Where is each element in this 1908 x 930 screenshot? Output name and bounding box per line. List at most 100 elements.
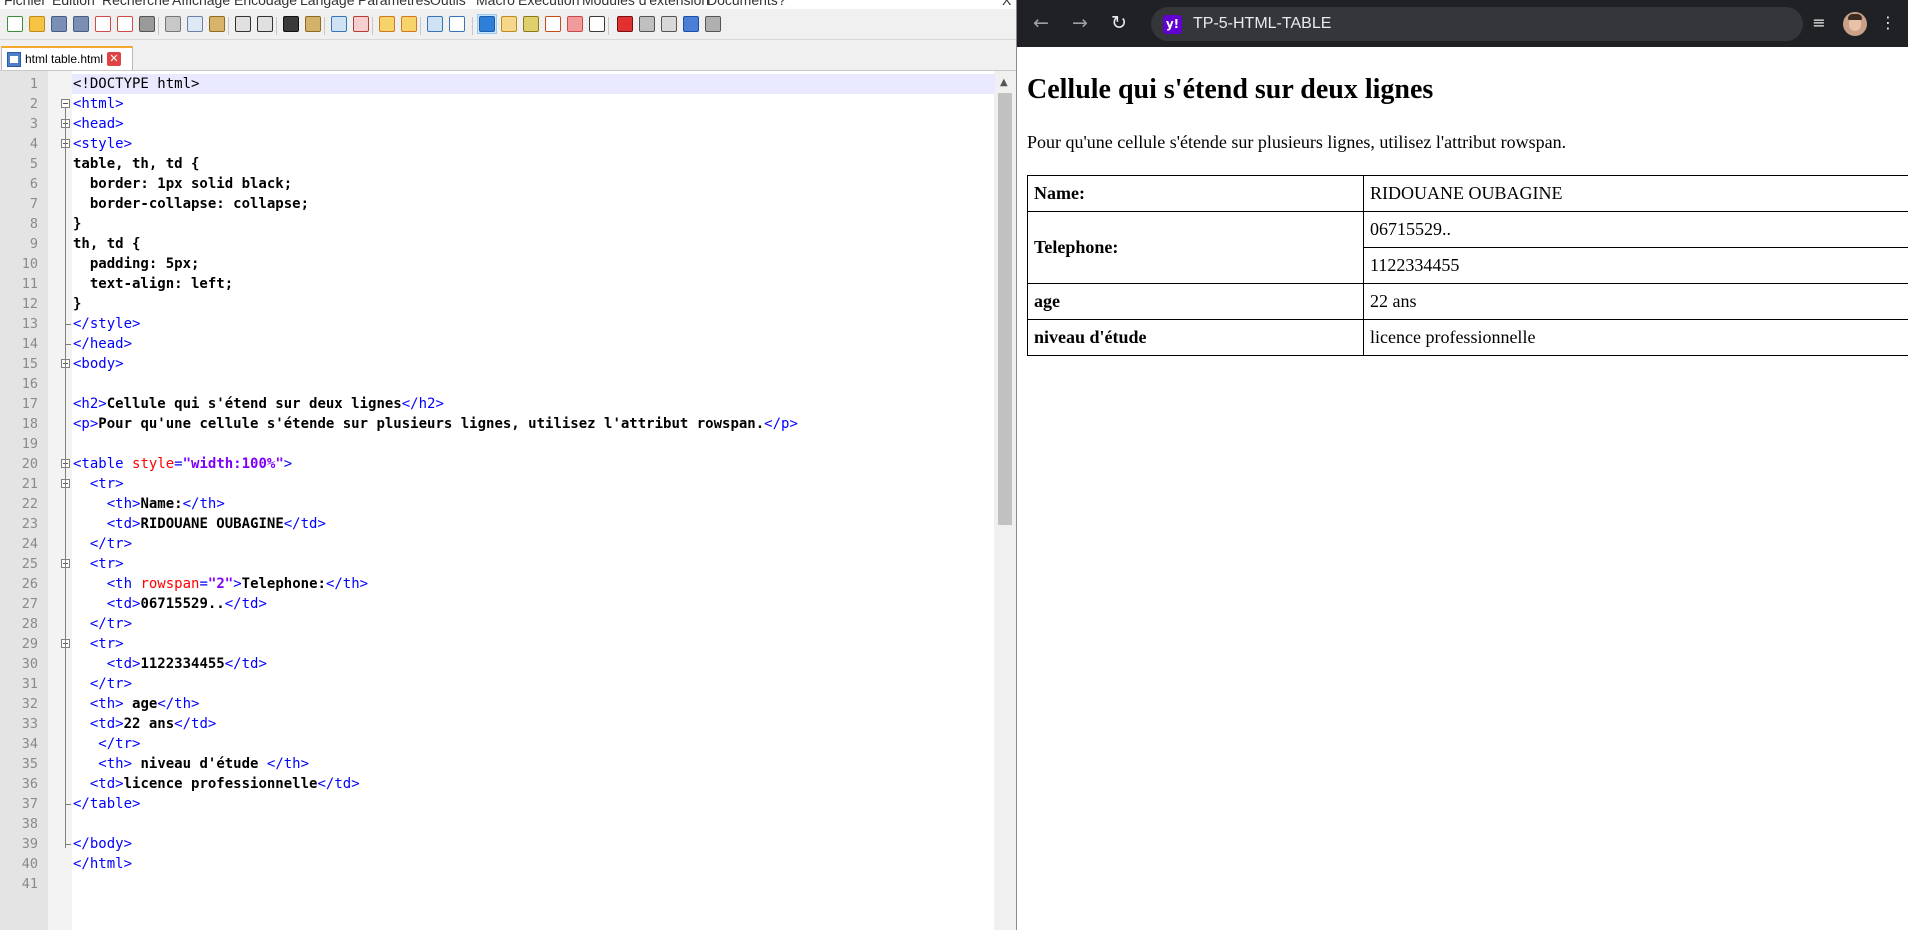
code-line[interactable]: <th>Name:</th> [72, 494, 995, 514]
code-line[interactable]: } [72, 214, 995, 234]
function-list-icon[interactable] [543, 14, 563, 34]
code-line[interactable]: <th> age</th> [72, 694, 995, 714]
menu-item-6[interactable]: Paramètres [358, 0, 430, 8]
code-line[interactable]: </tr> [72, 734, 995, 754]
code-line[interactable]: </tr> [72, 534, 995, 554]
save-macro-icon[interactable] [703, 14, 723, 34]
vertical-scrollbar[interactable]: ▲ [994, 71, 1016, 930]
menu-item-1[interactable]: Édition [52, 0, 95, 8]
code-line[interactable]: <td>06715529..</td> [72, 594, 995, 614]
scrollbar-thumb[interactable] [998, 93, 1012, 525]
menu-item-4[interactable]: Encodage [234, 0, 297, 8]
cut-icon[interactable] [163, 14, 183, 34]
code-line[interactable]: <p>Pour qu'une cellule s'étende sur plus… [72, 414, 995, 434]
address-text[interactable]: TP-5-HTML-TABLE [1193, 15, 1331, 33]
code-line[interactable] [72, 814, 995, 834]
menu-item-11[interactable]: Documents [707, 0, 778, 8]
new-file-icon[interactable] [5, 14, 25, 34]
folder-workspace-icon[interactable] [565, 14, 585, 34]
code-line[interactable]: <!DOCTYPE html> [72, 74, 995, 94]
code-line[interactable]: <html> [72, 94, 995, 114]
copy-icon[interactable] [185, 14, 205, 34]
undo-icon[interactable] [233, 14, 253, 34]
code-line[interactable]: <td>1122334455</td> [72, 654, 995, 674]
code-line[interactable] [72, 874, 995, 894]
stop-macro-icon[interactable] [637, 14, 657, 34]
code-line[interactable]: </html> [72, 854, 995, 874]
menu-item-12[interactable]: ? [778, 0, 786, 8]
scroll-up-icon[interactable]: ▲ [1000, 77, 1008, 88]
show-all-chars-icon[interactable] [447, 14, 467, 34]
menu-item-2[interactable]: Recherche [102, 0, 170, 8]
play-macro-icon[interactable] [659, 14, 679, 34]
paste-icon[interactable] [207, 14, 227, 34]
menu-item-0[interactable]: Fichier [4, 0, 46, 8]
back-icon[interactable]: ← [1029, 11, 1053, 35]
code-editor[interactable]: 1 2 3 4 5 6 7 8 9 10 11 12 13 14 15 16 17 18 19 20 21 22 23 24 2… [0, 70, 1016, 930]
code-line[interactable]: text-align: left; [72, 274, 995, 294]
menu-item-8[interactable]: Macro [476, 0, 515, 8]
save-icon[interactable] [49, 14, 69, 34]
code-line[interactable]: <td>RIDOUANE OUBAGINE</td> [72, 514, 995, 534]
tab-html-table[interactable]: html table.html ✕ [1, 46, 133, 70]
forward-icon[interactable]: → [1068, 11, 1092, 35]
code-line[interactable]: th, td { [72, 234, 995, 254]
media-control-icon[interactable]: ≡ [1808, 12, 1830, 34]
fold-toggle-icon[interactable] [61, 99, 70, 108]
menu-item-9[interactable]: Exécution [518, 0, 579, 8]
run-macro-multiple-icon[interactable] [681, 14, 701, 34]
code-line[interactable]: </body> [72, 834, 995, 854]
replace-icon[interactable] [303, 14, 323, 34]
menu-item-7[interactable]: Outils [430, 0, 466, 8]
doc-map-icon[interactable] [521, 14, 541, 34]
window-close-icon[interactable]: X [1002, 0, 1011, 8]
avatar[interactable] [1843, 12, 1867, 36]
code-line[interactable]: </table> [72, 794, 995, 814]
code-line[interactable]: table, th, td { [72, 154, 995, 174]
code-line[interactable]: <th rowspan="2">Telephone:</th> [72, 574, 995, 594]
sync-vertical-icon[interactable] [377, 14, 397, 34]
code-line[interactable]: border-collapse: collapse; [72, 194, 995, 214]
indent-guide-icon[interactable] [477, 14, 497, 34]
zoom-out-icon[interactable] [351, 14, 371, 34]
open-file-icon[interactable] [27, 14, 47, 34]
udl-icon[interactable] [499, 14, 519, 34]
monitor-icon[interactable] [587, 14, 607, 34]
menu-item-10[interactable]: Modules d'extension [582, 0, 709, 8]
close-all-icon[interactable] [115, 14, 135, 34]
find-icon[interactable] [281, 14, 301, 34]
code-line[interactable]: <th> niveau d'étude </th> [72, 754, 995, 774]
code-line[interactable]: <tr> [72, 554, 995, 574]
record-macro-icon[interactable] [615, 14, 635, 34]
word-wrap-icon[interactable] [425, 14, 445, 34]
close-icon[interactable] [93, 14, 113, 34]
code-line[interactable]: <head> [72, 114, 995, 134]
code-line[interactable]: </tr> [72, 674, 995, 694]
sync-horizontal-icon[interactable] [399, 14, 419, 34]
code-line[interactable]: <td>licence professionnelle</td> [72, 774, 995, 794]
code-line[interactable]: border: 1px solid black; [72, 174, 995, 194]
menu-item-3[interactable]: Affichage [172, 0, 230, 8]
save-all-icon[interactable] [71, 14, 91, 34]
code-line[interactable] [72, 374, 995, 394]
reload-icon[interactable]: ↻ [1107, 11, 1131, 35]
print-icon[interactable] [137, 14, 157, 34]
code-line[interactable]: </style> [72, 314, 995, 334]
code-line[interactable]: } [72, 294, 995, 314]
redo-icon[interactable] [255, 14, 275, 34]
zoom-in-icon[interactable] [329, 14, 349, 34]
code-line[interactable]: </head> [72, 334, 995, 354]
code-line[interactable]: <h2>Cellule qui s'étend sur deux lignes<… [72, 394, 995, 414]
code-line[interactable]: <td>22 ans</td> [72, 714, 995, 734]
code-line[interactable]: <body> [72, 354, 995, 374]
code-line[interactable]: <tr> [72, 474, 995, 494]
code-line[interactable]: <tr> [72, 634, 995, 654]
code-line[interactable]: padding: 5px; [72, 254, 995, 274]
code-line[interactable]: <style> [72, 134, 995, 154]
code-line[interactable]: </tr> [72, 614, 995, 634]
address-bar[interactable]: y! TP-5-HTML-TABLE [1151, 7, 1803, 41]
code-line[interactable]: <table style="width:100%"> [72, 454, 995, 474]
code-line[interactable] [72, 434, 995, 454]
menu-kebab-icon[interactable]: ⋮ [1877, 12, 1899, 34]
menu-item-5[interactable]: Langage [300, 0, 355, 8]
